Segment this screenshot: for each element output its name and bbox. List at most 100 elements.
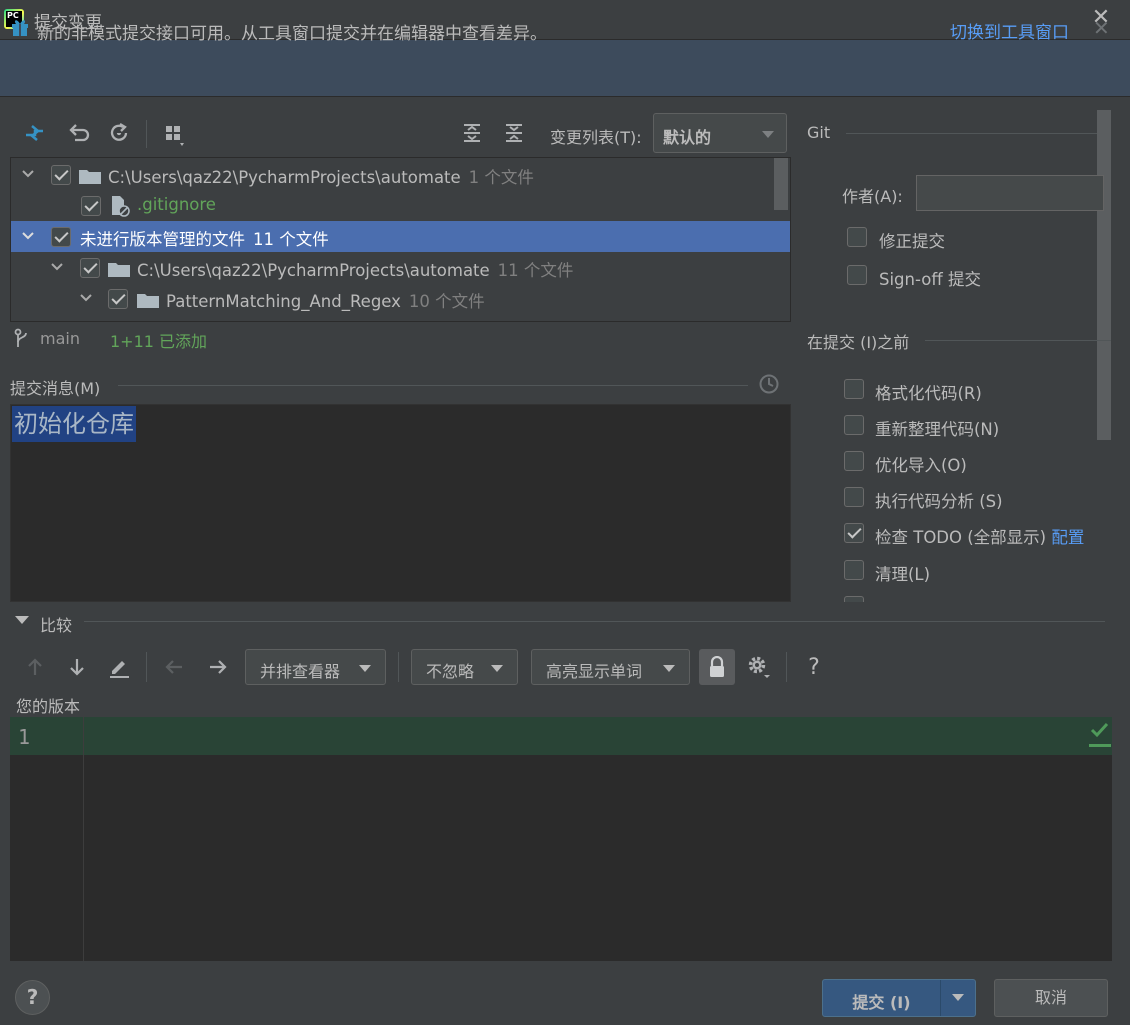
- highlight-value: 高亮显示单词: [546, 662, 643, 681]
- chevron-down-icon[interactable]: [21, 167, 35, 181]
- next-difference-icon[interactable]: [64, 654, 90, 680]
- banner-close-icon[interactable]: ✕: [1093, 16, 1110, 40]
- gift-icon: [12, 20, 28, 36]
- configure-link[interactable]: 配置: [1051, 528, 1084, 547]
- tree-row-count: 11 个文件: [497, 261, 574, 280]
- reformat-code-checkbox[interactable]: [844, 379, 864, 399]
- help-icon[interactable]: ?: [801, 654, 827, 680]
- code-analysis-label: 执行代码分析 (S): [875, 492, 1003, 511]
- forward-arrow-icon[interactable]: [205, 654, 231, 680]
- compare-section-title[interactable]: 比较: [40, 612, 72, 636]
- cleanup-checkbox[interactable]: [844, 560, 864, 580]
- before-commit-title: 在提交 (I)之前: [807, 333, 910, 352]
- cancel-button[interactable]: 取消: [994, 979, 1108, 1017]
- divider: [84, 621, 1105, 622]
- gear-icon[interactable]: [746, 654, 772, 680]
- tree-row[interactable]: PatternMatching_And_Regex 10 个文件: [11, 283, 790, 314]
- show-diff-icon[interactable]: [22, 120, 48, 146]
- author-field[interactable]: [916, 175, 1104, 211]
- chevron-down-icon: [491, 665, 503, 672]
- collapse-all-icon[interactable]: [501, 120, 527, 146]
- ignored-file-icon: [112, 196, 130, 217]
- changelist-dropdown[interactable]: 默认的: [653, 113, 787, 153]
- highlight-dropdown[interactable]: 高亮显示单词: [531, 649, 690, 685]
- optimize-imports-checkbox[interactable]: [844, 451, 864, 471]
- commit-message-text: 初始化仓库: [12, 406, 136, 442]
- tree-scrollbar[interactable]: [774, 158, 788, 210]
- options-scrollbar[interactable]: [1097, 110, 1111, 440]
- group-by-icon[interactable]: [162, 122, 188, 148]
- viewer-dropdown[interactable]: 并排查看器: [245, 649, 386, 685]
- changes-tree[interactable]: C:\Users\qaz22\PycharmProjects\automate 1…: [10, 157, 791, 322]
- row-checkbox[interactable]: [108, 289, 128, 309]
- signoff-checkbox[interactable]: [847, 265, 867, 285]
- commit-message-input[interactable]: 初始化仓库: [10, 404, 791, 602]
- reformat-code-label: 格式化代码(R): [875, 384, 982, 403]
- cleanup-label: 清理(L): [875, 565, 931, 584]
- tree-row-label: 未进行版本管理的文件: [80, 230, 245, 249]
- branch-icon: [14, 328, 27, 347]
- tree-row-unversioned[interactable]: 未进行版本管理的文件 11 个文件: [11, 221, 790, 252]
- chevron-down-icon[interactable]: [50, 260, 64, 274]
- branch-name: main: [40, 329, 80, 348]
- tree-row-count: 11 个文件: [253, 230, 329, 249]
- notification-banner: [0, 39, 1130, 97]
- divider: [118, 385, 748, 386]
- code-analysis-checkbox[interactable]: [844, 487, 864, 507]
- rearrange-code-checkbox[interactable]: [844, 415, 864, 435]
- tree-row-count: 1 个文件: [468, 168, 534, 187]
- tree-row-label: .gitignore: [137, 195, 216, 214]
- row-checkbox[interactable]: [80, 258, 100, 278]
- ignore-value: 不忽略: [426, 662, 475, 681]
- chevron-down-icon[interactable]: [79, 291, 93, 305]
- history-icon[interactable]: [758, 373, 780, 395]
- tree-row-label: C:\Users\qaz22\PycharmProjects\automate: [137, 261, 490, 280]
- row-checkbox[interactable]: [51, 227, 71, 247]
- row-checkbox[interactable]: [51, 165, 71, 185]
- toolbar-separator: [146, 652, 147, 682]
- added-status: 1+11 已添加: [110, 332, 208, 351]
- tree-row[interactable]: C:\Users\qaz22\PycharmProjects\automate 1…: [11, 159, 790, 190]
- amend-checkbox[interactable]: [847, 227, 867, 247]
- toolbar-separator: [786, 652, 787, 682]
- check-todo-checkbox[interactable]: [844, 523, 864, 543]
- tree-row[interactable]: C:\Users\qaz22\PycharmProjects\automate 1…: [11, 252, 790, 283]
- tree-row-label: PatternMatching_And_Regex: [166, 292, 401, 311]
- ignore-dropdown[interactable]: 不忽略: [411, 649, 518, 685]
- check-todo-label: 检查 TODO (全部显示): [875, 528, 1047, 547]
- folder-icon: [79, 170, 101, 184]
- switch-to-tool-window-link[interactable]: 切换到工具窗口: [950, 18, 1069, 43]
- collapse-triangle-icon[interactable]: [15, 616, 29, 624]
- changelist-label: 变更列表(T):: [550, 128, 642, 147]
- refresh-icon[interactable]: [106, 120, 132, 146]
- chevron-down-icon: [762, 131, 774, 138]
- toolbar-separator: [398, 652, 399, 682]
- rearrange-code-label: 重新整理代码(N): [875, 420, 1000, 439]
- back-arrow-icon[interactable]: [161, 654, 187, 680]
- chevron-down-icon[interactable]: [952, 994, 964, 1001]
- lock-icon: [710, 656, 724, 677]
- commit-message-label: 提交消息(M): [10, 379, 101, 398]
- folder-icon: [108, 263, 130, 277]
- chevron-down-icon: [359, 665, 371, 672]
- commit-button[interactable]: 提交 (I): [822, 979, 976, 1017]
- divider: [925, 340, 1111, 341]
- chevron-down-icon[interactable]: [21, 229, 35, 243]
- chevron-down-icon: [663, 665, 675, 672]
- row-checkbox[interactable]: [81, 196, 101, 216]
- git-section-title: Git: [807, 123, 831, 142]
- expand-all-icon[interactable]: [459, 120, 485, 146]
- help-button[interactable]: ?: [15, 980, 50, 1015]
- split-divider: [940, 980, 941, 1016]
- no-problems-check-icon: [1089, 722, 1111, 747]
- previous-difference-icon[interactable]: [22, 654, 48, 680]
- lock-button[interactable]: [699, 649, 735, 685]
- folder-icon: [137, 294, 159, 308]
- rollback-icon[interactable]: [65, 120, 91, 146]
- tree-row[interactable]: .gitignore: [11, 190, 790, 221]
- divider: [846, 133, 1111, 134]
- added-line-highlight: [10, 717, 1112, 755]
- tree-row-label: C:\Users\qaz22\PycharmProjects\automate: [108, 168, 461, 187]
- edit-icon[interactable]: [106, 654, 132, 680]
- toolbar-separator: [146, 120, 147, 148]
